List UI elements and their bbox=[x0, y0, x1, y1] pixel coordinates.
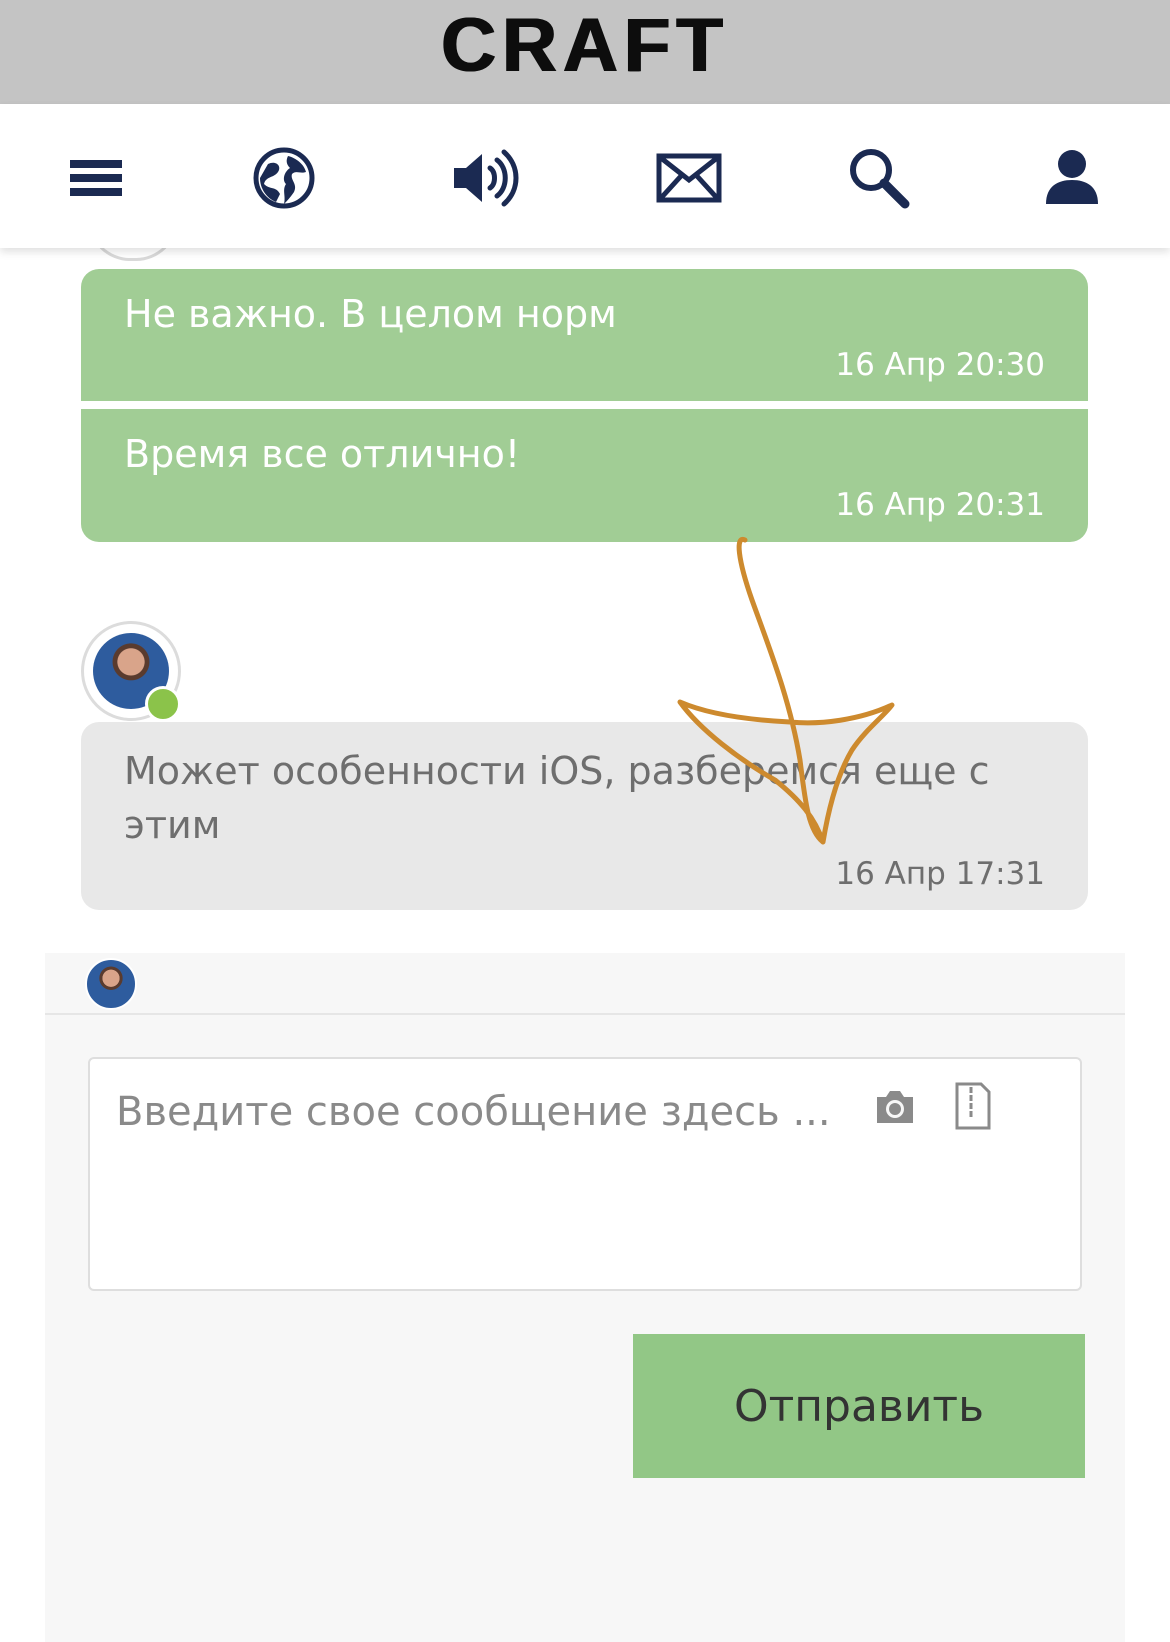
search-icon[interactable] bbox=[841, 140, 917, 216]
composer-header bbox=[45, 953, 1125, 1015]
message-time: 16 Апр 20:30 bbox=[835, 347, 1045, 383]
speaker-icon[interactable] bbox=[446, 140, 522, 216]
menu-icon[interactable] bbox=[58, 140, 134, 216]
current-user-avatar bbox=[85, 958, 137, 1010]
user-icon[interactable] bbox=[1034, 140, 1110, 216]
message-input[interactable] bbox=[88, 1057, 1082, 1291]
attach-file-icon[interactable] bbox=[953, 1081, 993, 1131]
message-time: 16 Апр 20:31 bbox=[835, 487, 1045, 523]
camera-icon[interactable] bbox=[873, 1087, 917, 1127]
message-time: 16 Апр 17:31 bbox=[835, 856, 1045, 892]
craft-logo[interactable]: CRAFT bbox=[441, 2, 729, 89]
message-bubble-incoming: Может особенности iOS, разберемся еще с … bbox=[81, 722, 1088, 910]
message-composer: Отправить bbox=[45, 953, 1125, 1642]
nav-bar bbox=[0, 104, 1170, 248]
globe-icon[interactable] bbox=[246, 140, 322, 216]
message-text: Может особенности iOS, разберемся еще с … bbox=[124, 749, 990, 847]
mail-icon[interactable] bbox=[651, 140, 727, 216]
top-header: CRAFT bbox=[0, 0, 1170, 104]
message-bubble-outgoing: Не важно. В целом норм 16 Апр 20:30 bbox=[81, 269, 1088, 401]
message-bubble-outgoing: Время все отлично! 16 Апр 20:31 bbox=[81, 409, 1088, 542]
message-text: Время все отлично! bbox=[124, 432, 521, 476]
message-text: Не важно. В целом норм bbox=[124, 292, 617, 336]
send-button[interactable]: Отправить bbox=[633, 1334, 1085, 1478]
online-status-dot bbox=[145, 686, 181, 722]
